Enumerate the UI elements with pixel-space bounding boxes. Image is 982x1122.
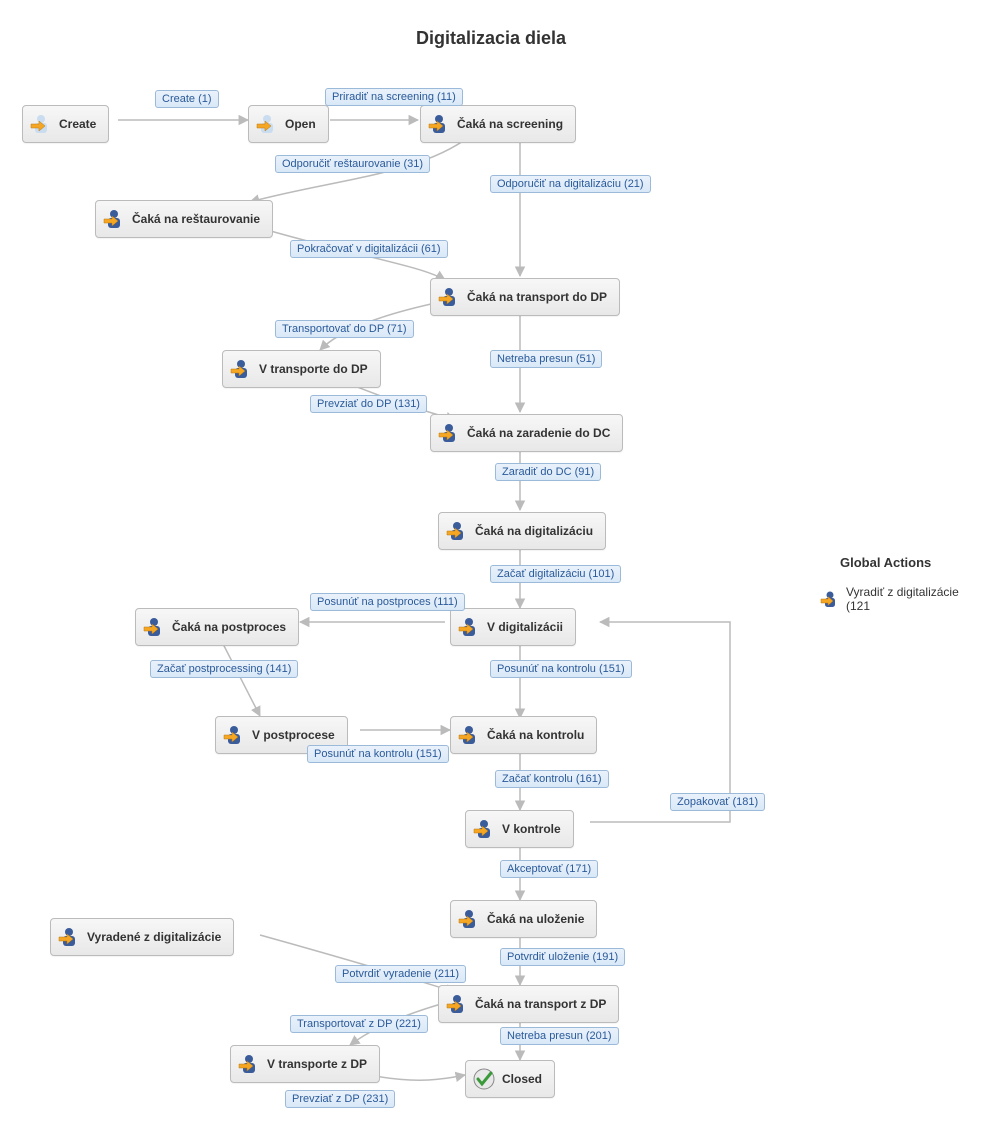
person-arrow-icon: [229, 357, 253, 381]
person-arrow-icon: [457, 615, 481, 639]
transition-pokracovat-digitalizacii[interactable]: Pokračovať v digitalizácii (61): [290, 240, 448, 258]
transition-transportovat-z-dp[interactable]: Transportovať z DP (221): [290, 1015, 428, 1033]
status-v-digitalizacii[interactable]: V digitalizácii: [450, 608, 576, 646]
status-label: Čaká na reštaurovanie: [132, 212, 260, 226]
workflow-diagram: Digitalizacia diela: [0, 0, 982, 1122]
status-label: Čaká na digitalizáciu: [475, 524, 593, 538]
status-v-transporte-z-dp[interactable]: V transporte z DP: [230, 1045, 380, 1083]
status-label: Čaká na uloženie: [487, 912, 584, 926]
status-label: Čaká na postproces: [172, 620, 286, 634]
transition-prevziat-do-dp[interactable]: Prevziať do DP (131): [310, 395, 427, 413]
transition-zacat-kontrolu[interactable]: Začať kontrolu (161): [495, 770, 609, 788]
transition-zaradit-do-dc[interactable]: Zaradiť do DC (91): [495, 463, 601, 481]
person-arrow-icon: [102, 207, 126, 231]
transition-odporucit-digitalizaciu[interactable]: Odporučiť na digitalizáciu (21): [490, 175, 651, 193]
person-arrow-icon: [445, 519, 469, 543]
page-title: Digitalizacia diela: [0, 28, 982, 49]
person-arrow-icon: [820, 589, 840, 609]
status-label: Čaká na kontrolu: [487, 728, 584, 742]
transition-zopakovat[interactable]: Zopakovať (181): [670, 793, 765, 811]
status-label: Vyradené z digitalizácie: [87, 930, 221, 944]
status-label: Čaká na transport do DP: [467, 290, 607, 304]
transition-posunut-kontrolu-a[interactable]: Posunúť na kontrolu (151): [490, 660, 632, 678]
status-label: V digitalizácii: [487, 620, 563, 634]
status-label: Čaká na screening: [457, 117, 563, 131]
person-arrow-icon: [57, 925, 81, 949]
transition-create[interactable]: Create (1): [155, 90, 219, 108]
status-label: Closed: [502, 1072, 542, 1086]
person-arrow-icon: [445, 992, 469, 1016]
transition-netreba-presun-201[interactable]: Netreba presun (201): [500, 1027, 619, 1045]
status-caka-transport-z-dp[interactable]: Čaká na transport z DP: [438, 985, 619, 1023]
status-label: V transporte do DP: [259, 362, 368, 376]
transition-posunut-kontrolu-b[interactable]: Posunúť na kontrolu (151): [307, 745, 449, 763]
person-arrow-icon: [457, 723, 481, 747]
status-label: Create: [59, 117, 96, 131]
status-closed[interactable]: Closed: [465, 1060, 555, 1098]
transition-potvrdit-ulozenie[interactable]: Potvrdiť uloženie (191): [500, 948, 625, 966]
transition-netreba-presun-51[interactable]: Netreba presun (51): [490, 350, 602, 368]
status-create[interactable]: Create: [22, 105, 109, 143]
status-caka-digitalizaciu[interactable]: Čaká na digitalizáciu: [438, 512, 606, 550]
status-label: Open: [285, 117, 316, 131]
person-arrow-icon: [437, 421, 461, 445]
transition-zacat-digitalizaciu[interactable]: Začať digitalizáciu (101): [490, 565, 621, 583]
transition-potvrdit-vyradenie[interactable]: Potvrdiť vyradenie (211): [335, 965, 466, 983]
status-caka-zaradenie-dc[interactable]: Čaká na zaradenie do DC: [430, 414, 623, 452]
transition-posunut-postproces[interactable]: Posunúť na postproces (111): [310, 593, 465, 611]
status-caka-ulozenie[interactable]: Čaká na uloženie: [450, 900, 597, 938]
global-action-item[interactable]: Vyradiť z digitalizácie (121: [820, 585, 982, 613]
status-caka-transport-do-dp[interactable]: Čaká na transport do DP: [430, 278, 620, 316]
transition-prevziat-z-dp[interactable]: Prevziať z DP (231): [285, 1090, 395, 1108]
person-light-icon: [255, 112, 279, 136]
transition-akceptovat[interactable]: Akceptovať (171): [500, 860, 598, 878]
person-arrow-icon: [457, 907, 481, 931]
status-label: Čaká na zaradenie do DC: [467, 426, 610, 440]
status-label: V kontrole: [502, 822, 561, 836]
status-vyradene[interactable]: Vyradené z digitalizácie: [50, 918, 234, 956]
status-label: V postprocese: [252, 728, 335, 742]
global-action-label: Vyradiť z digitalizácie (121: [846, 585, 982, 613]
person-arrow-icon: [222, 723, 246, 747]
transition-priradit-screening[interactable]: Priradiť na screening (11): [325, 88, 463, 106]
check-icon: [472, 1067, 496, 1091]
global-actions-heading: Global Actions: [840, 555, 931, 570]
transition-zacat-postprocessing[interactable]: Začať postprocessing (141): [150, 660, 298, 678]
person-arrow-icon: [142, 615, 166, 639]
status-caka-postproces[interactable]: Čaká na postproces: [135, 608, 299, 646]
status-caka-screening[interactable]: Čaká na screening: [420, 105, 576, 143]
status-v-transporte-do-dp[interactable]: V transporte do DP: [222, 350, 381, 388]
status-caka-restaurovanie[interactable]: Čaká na reštaurovanie: [95, 200, 273, 238]
transition-odporucit-restaurovanie[interactable]: Odporučiť reštaurovanie (31): [275, 155, 430, 173]
status-v-kontrole[interactable]: V kontrole: [465, 810, 574, 848]
status-label: Čaká na transport z DP: [475, 997, 606, 1011]
person-arrow-icon: [237, 1052, 261, 1076]
status-open[interactable]: Open: [248, 105, 329, 143]
transition-transportovat-do-dp[interactable]: Transportovať do DP (71): [275, 320, 414, 338]
status-label: V transporte z DP: [267, 1057, 367, 1071]
person-light-icon: [29, 112, 53, 136]
status-caka-kontrolu[interactable]: Čaká na kontrolu: [450, 716, 597, 754]
person-arrow-icon: [427, 112, 451, 136]
person-arrow-icon: [472, 817, 496, 841]
person-arrow-icon: [437, 285, 461, 309]
